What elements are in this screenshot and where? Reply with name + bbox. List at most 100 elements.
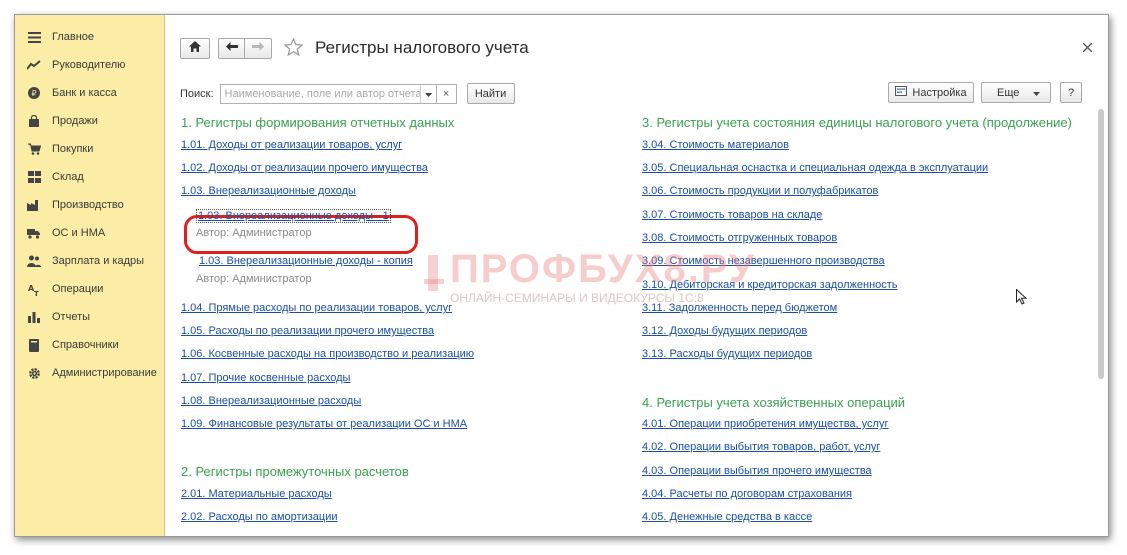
- find-button[interactable]: Найти: [466, 83, 515, 104]
- report-link[interactable]: 1.01. Доходы от реализации товаров, услу…: [181, 139, 402, 151]
- sidebar-item-label: ОС и НМА: [52, 227, 106, 239]
- navigation-buttons: [218, 37, 272, 59]
- more-label: Еще: [997, 86, 1020, 99]
- report-link[interactable]: 3.05. Специальная оснастка и специальная…: [642, 162, 988, 174]
- report-variant-link[interactable]: 1.03. Внереализационные доходы - копия: [199, 255, 413, 267]
- arrow-left-icon: [225, 42, 238, 54]
- settings-form-icon: [895, 86, 908, 99]
- sidebar-item-main[interactable]: Главное: [15, 23, 165, 51]
- report-link[interactable]: 1.04. Прямые расходы по реализации товар…: [181, 302, 452, 314]
- variant-author: Автор: Администратор: [196, 273, 312, 285]
- favorite-button[interactable]: [282, 36, 304, 58]
- sidebar-item-label: Покупки: [52, 143, 94, 155]
- shopping-bag-icon: [27, 114, 41, 128]
- svg-text:T: T: [34, 290, 39, 296]
- sidebar-item-label: Руководителю: [52, 59, 126, 71]
- report-link[interactable]: 1.06. Косвенные расходы на производство …: [181, 348, 474, 360]
- search-input[interactable]: [220, 84, 420, 103]
- report-link[interactable]: 3.13. Расходы будущих периодов: [642, 348, 812, 360]
- cart-icon: [27, 142, 41, 156]
- report-variant-link-selected[interactable]: 1.03. Внереализационные доходы - 1: [196, 209, 391, 223]
- report-link[interactable]: 3.11. Задолженность перед бюджетом: [642, 302, 837, 314]
- back-button[interactable]: [218, 37, 245, 59]
- report-link[interactable]: 3.10. Дебиторская и кредиторская задолже…: [642, 279, 898, 291]
- operations-icon: AT: [27, 282, 41, 296]
- report-link[interactable]: 1.07. Прочие косвенные расходы: [181, 372, 350, 384]
- sidebar-item-label: Главное: [52, 31, 95, 43]
- sidebar-item-reports[interactable]: Отчеты: [15, 303, 165, 331]
- report-link[interactable]: 1.08. Внереализационные расходы: [181, 395, 361, 407]
- report-link[interactable]: 1.02. Доходы от реализации прочего имуще…: [181, 162, 428, 174]
- svg-text:₽: ₽: [31, 89, 36, 98]
- search-label: Поиск:: [180, 87, 214, 100]
- sidebar-item-production[interactable]: Производство: [15, 191, 165, 219]
- sidebar-item-catalogs[interactable]: Справочники: [15, 331, 165, 359]
- report-link[interactable]: 4.05. Денежные средства в кассе: [642, 511, 812, 523]
- forward-button[interactable]: [245, 37, 272, 59]
- sidebar-item-sales[interactable]: Продажи: [15, 107, 165, 135]
- sidebar-item-purchases[interactable]: Покупки: [15, 135, 165, 163]
- report-link[interactable]: 4.03. Операции выбытия прочего имущества: [642, 465, 872, 477]
- chevron-down-icon: [424, 88, 432, 100]
- close-button[interactable]: [1082, 39, 1093, 56]
- section-title: 4. Регистры учета хозяйственных операций: [642, 395, 906, 410]
- search-row: Поиск: × Найти: [180, 83, 515, 104]
- sidebar-item-bank[interactable]: ₽ Банк и касса: [15, 79, 165, 107]
- menu-lines-icon: [27, 30, 41, 44]
- sidebar-item-salary[interactable]: Зарплата и кадры: [15, 247, 165, 275]
- settings-label: Настройка: [912, 86, 967, 99]
- report-link[interactable]: 3.04. Стоимость материалов: [642, 139, 789, 151]
- search-field: [219, 83, 437, 104]
- report-link[interactable]: 3.09. Стоимость незавершенного производс…: [642, 255, 885, 267]
- sidebar-item-label: Склад: [52, 171, 84, 183]
- watermark-logo: [424, 255, 444, 291]
- scrollbar-thumb[interactable]: [1098, 109, 1104, 379]
- app-window: Главное Руководителю ₽ Банк и касса Прод…: [14, 14, 1109, 537]
- sidebar-item-label: Администрирование: [52, 367, 157, 379]
- report-link[interactable]: 4.04. Расчеты по договорам страхования: [642, 488, 852, 500]
- trend-line-icon: [27, 58, 41, 72]
- sidebar-item-label: Производство: [52, 199, 124, 211]
- ruble-coin-icon: ₽: [27, 86, 41, 100]
- sidebar-item-label: Отчеты: [52, 311, 91, 323]
- report-link[interactable]: 3.07. Стоимость товаров на складе: [642, 209, 822, 221]
- bar-chart-icon: [27, 310, 41, 324]
- search-clear-button[interactable]: ×: [436, 83, 457, 104]
- section-title: 1. Регистры формирования отчетных данных: [181, 115, 455, 130]
- report-link[interactable]: 2.02. Расходы по амортизации: [181, 511, 337, 523]
- settings-button[interactable]: Настройка: [888, 82, 974, 103]
- mouse-cursor-icon: [1016, 288, 1028, 308]
- sidebar-item-warehouse[interactable]: Склад: [15, 163, 165, 191]
- report-link[interactable]: 2.01. Материальные расходы: [181, 488, 332, 500]
- sidebar-item-admin[interactable]: Администрирование: [15, 359, 165, 387]
- arrow-right-icon: [252, 42, 264, 54]
- report-link[interactable]: 3.08. Стоимость отгруженных товаров: [642, 232, 837, 244]
- report-link[interactable]: 3.12. Доходы будущих периодов: [642, 325, 807, 337]
- report-link[interactable]: 1.03. Внереализационные доходы: [181, 185, 356, 197]
- report-link[interactable]: 1.09. Финансовые результаты от реализаци…: [181, 418, 467, 430]
- help-button[interactable]: ?: [1060, 82, 1082, 103]
- sidebar-item-label: Продажи: [52, 115, 98, 127]
- page-title: Регистры налогового учета: [315, 38, 529, 57]
- people-icon: [27, 254, 41, 268]
- truck-icon: [27, 226, 41, 240]
- sidebar-item-operations[interactable]: AT Операции: [15, 275, 165, 303]
- home-button[interactable]: [180, 37, 210, 59]
- report-link[interactable]: 4.02. Операции выбытия товаров, работ, у…: [642, 441, 880, 453]
- section-title: 3. Регистры учета состояния единицы нало…: [642, 115, 1072, 130]
- sidebar-item-label: Банк и касса: [52, 87, 117, 99]
- search-dropdown-button[interactable]: [419, 84, 436, 103]
- gear-icon: [27, 366, 41, 380]
- close-icon: [1082, 39, 1093, 56]
- report-link[interactable]: 4.01. Операции приобретения имущества, у…: [642, 418, 888, 430]
- report-link[interactable]: 3.06. Стоимость продукции и полуфабрикат…: [642, 185, 878, 197]
- sidebar-item-director[interactable]: Руководителю: [15, 51, 165, 79]
- scrollbar[interactable]: [1095, 105, 1105, 536]
- home-icon: [189, 41, 201, 55]
- report-link[interactable]: 1.05. Расходы по реализации прочего имущ…: [181, 325, 434, 337]
- variant-author: Автор: Администратор: [196, 227, 312, 239]
- sidebar-item-assets[interactable]: ОС и НМА: [15, 219, 165, 247]
- main-panel: Регистры налогового учета Поиск: × Найти: [166, 15, 1108, 536]
- more-button[interactable]: Еще: [981, 82, 1051, 103]
- warehouse-grid-icon: [27, 170, 41, 184]
